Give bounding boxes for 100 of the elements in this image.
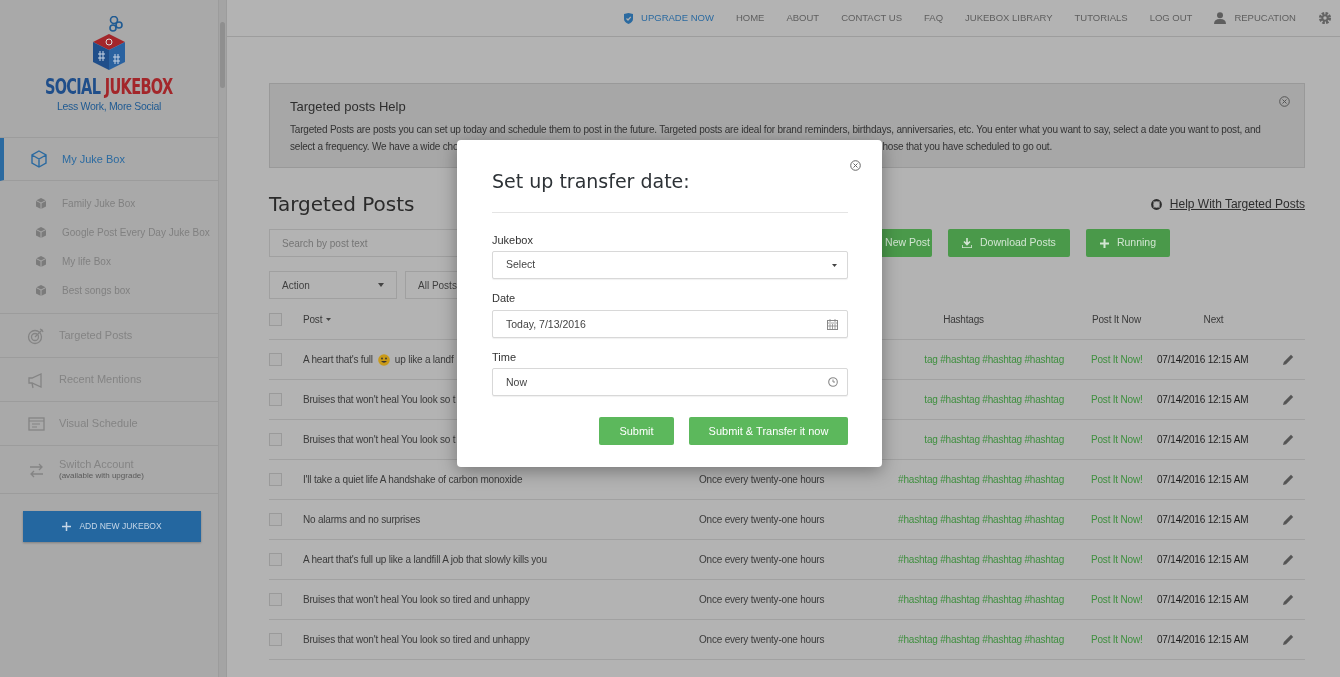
post-text: Bruises that won't heal You look so t bbox=[303, 393, 456, 407]
caret-icon bbox=[832, 263, 837, 267]
post-now-link[interactable]: Post It Now! bbox=[1091, 552, 1143, 567]
action-button[interactable]: Download Posts bbox=[948, 229, 1070, 257]
next-date: 07/14/2016 12:15 AM bbox=[1157, 633, 1249, 647]
pencil-icon[interactable] bbox=[1283, 394, 1294, 405]
field-label: Time bbox=[492, 349, 518, 365]
close-icon[interactable] bbox=[850, 160, 861, 171]
caret-icon bbox=[326, 318, 332, 321]
nav-link[interactable]: CONTACT US bbox=[841, 10, 902, 26]
nav-link[interactable]: FAQ bbox=[924, 10, 944, 26]
pencil-icon[interactable] bbox=[1283, 634, 1294, 645]
nav-link[interactable]: TUTORIALS bbox=[1074, 10, 1128, 26]
cube-icon bbox=[36, 285, 46, 296]
nav-link[interactable]: ABOUT bbox=[786, 10, 820, 26]
hashtags-text: #hashtag #hashtag #hashtag #hashtag bbox=[898, 633, 1064, 647]
calendar-icon bbox=[27, 414, 45, 433]
date-field[interactable]: Today, 7/13/2016 bbox=[492, 309, 848, 338]
next-date: 07/14/2016 12:15 AM bbox=[1157, 353, 1249, 367]
field-label: Jukebox bbox=[492, 232, 534, 248]
post-text: A heart that's full bbox=[303, 353, 373, 367]
cube-icon bbox=[30, 150, 48, 168]
post-text: A heart that's full up like a landfill A job that slowly kills you bbox=[303, 553, 547, 567]
post-now-link[interactable]: Post It Now! bbox=[1091, 432, 1143, 447]
help-text: Targeted Posts are posts you can set up today and schedule them to post in the future. Targeted posts are ideal for brand reminders, birthdays, anniversaries, etc. You enter what you want to say, select a date you want to post, and bbox=[290, 122, 1262, 137]
row-checkbox[interactable] bbox=[269, 633, 282, 646]
column-header: Hashtags bbox=[943, 313, 984, 327]
plus-icon bbox=[62, 522, 72, 531]
nav-link[interactable]: HOME bbox=[735, 10, 765, 26]
nav-link[interactable]: JUKEBOX LIBRARY bbox=[965, 10, 1053, 26]
clock-icon bbox=[828, 377, 838, 388]
settings-icon[interactable] bbox=[1318, 11, 1332, 25]
next-date: 07/14/2016 12:15 AM bbox=[1157, 513, 1249, 527]
action-button[interactable]: Running bbox=[1085, 229, 1170, 257]
select-all-checkbox[interactable] bbox=[269, 313, 282, 326]
post-now-link[interactable]: Post It Now! bbox=[1091, 592, 1143, 607]
frequency-text: Once every twenty-one hours bbox=[699, 513, 825, 527]
post-now-link[interactable]: Post It Now! bbox=[1091, 352, 1143, 367]
column-header[interactable]: Post bbox=[303, 312, 332, 327]
target-icon bbox=[27, 326, 45, 345]
caret-icon bbox=[378, 283, 384, 287]
submit-button[interactable]: Submit bbox=[599, 417, 674, 446]
frequency-text: Once every twenty-one hours bbox=[699, 553, 825, 567]
post-now-link[interactable]: Post It Now! bbox=[1091, 472, 1143, 487]
pencil-icon[interactable] bbox=[1283, 474, 1294, 485]
post-text: Bruises that won't heal You look so tired and unhappy bbox=[303, 593, 530, 607]
post-text: up like a landf bbox=[394, 353, 454, 367]
pencil-icon[interactable] bbox=[1283, 514, 1294, 525]
jukebox-select[interactable]: Select bbox=[492, 251, 848, 280]
help-link[interactable]: Help With Targeted Posts bbox=[1150, 195, 1305, 213]
scrollbar[interactable] bbox=[218, 0, 227, 677]
help-title: Targeted posts Help bbox=[290, 99, 407, 115]
hashtags-text: #hashtag #hashtag #hashtag #hashtag bbox=[898, 513, 1064, 527]
logo-text: SOCIAL JUKEBOX bbox=[45, 76, 173, 98]
row-checkbox[interactable] bbox=[269, 593, 282, 606]
post-now-link[interactable]: Post It Now! bbox=[1091, 392, 1143, 407]
add-jukebox-button[interactable]: ADD NEW JUKEBOX bbox=[23, 511, 201, 542]
close-icon[interactable] bbox=[1279, 96, 1290, 107]
column-header: Post It Now bbox=[1092, 313, 1141, 327]
help-text: hose that you have scheduled to go out. bbox=[882, 139, 1052, 154]
pencil-icon[interactable] bbox=[1283, 554, 1294, 565]
nav-link[interactable]: LOG OUT bbox=[1149, 10, 1193, 26]
row-checkbox[interactable] bbox=[269, 393, 282, 406]
hashtags-text: #hashtag #hashtag #hashtag #hashtag bbox=[898, 473, 1064, 487]
hashtags-text: tag #hashtag #hashtag #hashtag bbox=[924, 433, 1064, 447]
next-date: 07/14/2016 12:15 AM bbox=[1157, 553, 1249, 567]
time-field[interactable]: Now bbox=[492, 368, 848, 397]
row-checkbox[interactable] bbox=[269, 433, 282, 446]
row-checkbox[interactable] bbox=[269, 553, 282, 566]
next-date: 07/14/2016 12:15 AM bbox=[1157, 473, 1249, 487]
post-text: Bruises that won't heal You look so tired and unhappy bbox=[303, 633, 530, 647]
calendar-icon bbox=[827, 318, 838, 330]
lifebuoy-icon bbox=[1150, 198, 1162, 210]
row-checkbox[interactable] bbox=[269, 513, 282, 526]
plus-icon bbox=[1099, 238, 1109, 248]
hashtags-text: #hashtag #hashtag #hashtag #hashtag bbox=[898, 593, 1064, 607]
post-now-link[interactable]: Post It Now! bbox=[1091, 632, 1143, 647]
cube-icon bbox=[36, 256, 46, 267]
frequency-text: Once every twenty-one hours bbox=[699, 633, 825, 647]
filter-dropdown[interactable]: Action bbox=[269, 271, 397, 299]
post-text: I'll take a quiet life A handshake of carbon monoxide bbox=[303, 473, 523, 487]
pencil-icon[interactable] bbox=[1283, 434, 1294, 445]
shield-icon bbox=[624, 12, 634, 24]
frequency-text: Once every twenty-one hours bbox=[699, 473, 825, 487]
hashtags-text: #hashtag #hashtag #hashtag #hashtag bbox=[898, 553, 1064, 567]
post-now-link[interactable]: Post It Now! bbox=[1091, 512, 1143, 527]
post-text: Bruises that won't heal You look so t bbox=[303, 433, 456, 447]
pencil-icon[interactable] bbox=[1283, 594, 1294, 605]
next-date: 07/14/2016 12:15 AM bbox=[1157, 433, 1249, 447]
nav-link[interactable]: REPUCATION bbox=[1214, 10, 1296, 26]
nav-link[interactable]: UPGRADE NOW bbox=[624, 10, 714, 26]
dialog-title: Set up transfer date: bbox=[492, 140, 848, 213]
hashtags-text: tag #hashtag #hashtag #hashtag bbox=[924, 393, 1064, 407]
submit-transfer-button[interactable]: Submit & Transfer it now bbox=[689, 417, 848, 446]
row-checkbox[interactable] bbox=[269, 353, 282, 366]
column-header: Next bbox=[1203, 313, 1224, 327]
row-checkbox[interactable] bbox=[269, 473, 282, 486]
megaphone-icon bbox=[27, 370, 45, 389]
cube-icon bbox=[36, 227, 46, 238]
pencil-icon[interactable] bbox=[1283, 354, 1294, 365]
